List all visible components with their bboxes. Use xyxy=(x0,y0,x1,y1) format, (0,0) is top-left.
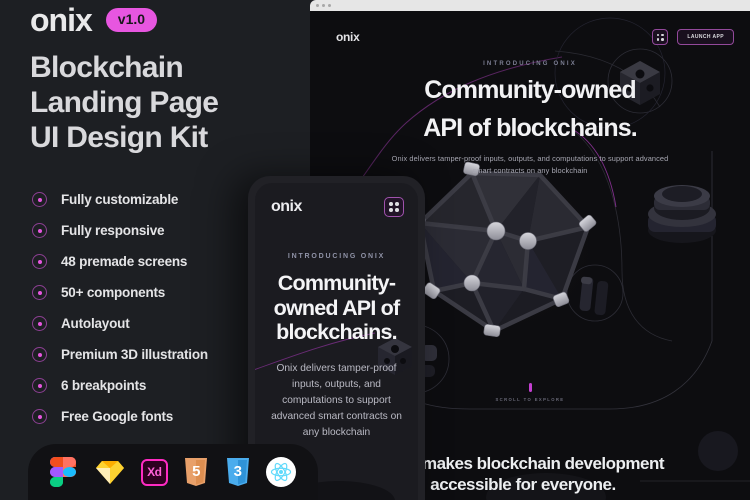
scroll-indicator-icon xyxy=(528,383,532,392)
feature-label: Premium 3D illustration xyxy=(61,347,208,362)
feature-label: 48 premade screens xyxy=(61,254,188,269)
feature-label: 50+ components xyxy=(61,285,166,300)
browser-title-bar xyxy=(310,0,750,11)
figma-icon[interactable] xyxy=(49,457,80,487)
bullet-dot-icon xyxy=(32,192,47,207)
desktop-headline-line1: Community-owned xyxy=(424,76,636,104)
list-item: 48 premade screens xyxy=(32,254,208,269)
mobile-navbar: onix xyxy=(271,197,404,217)
design-kit-promo: onix v1.0 Blockchain Landing Page UI Des… xyxy=(0,0,750,500)
list-item: Autolayout xyxy=(32,316,208,331)
desktop-nav-actions: LAUNCH APP xyxy=(652,29,734,45)
grid-menu-icon[interactable] xyxy=(652,29,669,45)
tool-logos-dock: Xd 5 3 xyxy=(28,444,318,500)
bullet-dot-icon xyxy=(32,316,47,331)
version-badge: v1.0 xyxy=(105,8,158,32)
brand-logo-text: onix xyxy=(30,2,93,38)
list-item: 50+ components xyxy=(32,285,208,300)
html5-icon[interactable]: 5 xyxy=(183,457,209,487)
css3-label: 3 xyxy=(233,462,242,480)
mobile-logo: onix xyxy=(271,198,302,215)
list-item: Fully customizable xyxy=(32,192,208,207)
bullet-dot-icon xyxy=(32,285,47,300)
adobe-xd-icon[interactable]: Xd xyxy=(140,458,168,486)
bullet-dot-icon xyxy=(32,409,47,424)
kit-title: Blockchain Landing Page UI Design Kit xyxy=(30,51,219,155)
mobile-grid-menu-icon[interactable] xyxy=(384,197,404,217)
bullet-dot-icon xyxy=(32,378,47,393)
feature-label: Autolayout xyxy=(61,316,130,331)
window-close-dot-icon[interactable] xyxy=(316,4,319,7)
desktop-eyebrow: INTRODUCING ONIX xyxy=(483,61,577,67)
window-maximize-dot-icon[interactable] xyxy=(328,4,331,7)
list-item: Fully responsive xyxy=(32,223,208,238)
feature-label: Fully customizable xyxy=(61,192,179,207)
html5-label: 5 xyxy=(192,462,201,480)
desktop-logo: onix xyxy=(336,30,360,44)
desktop-headline-line2: API of blockchains. xyxy=(423,113,637,142)
bullet-dot-icon xyxy=(32,254,47,269)
desktop-hero: INTRODUCING ONIX Community-owned API of … xyxy=(310,61,750,178)
window-minimize-dot-icon[interactable] xyxy=(322,4,325,7)
feature-list: Fully customizable Fully responsive 48 p… xyxy=(32,192,208,424)
desktop-subtext: Onix delivers tamper-proof inputs, outpu… xyxy=(391,153,669,176)
bullet-dot-icon xyxy=(32,347,47,362)
mobile-eyebrow: INTRODUCING ONIX xyxy=(287,253,386,260)
list-item: Premium 3D illustration xyxy=(32,347,208,362)
sketch-icon[interactable] xyxy=(95,459,125,485)
mobile-headline: Community-owned API of blockchains. xyxy=(273,271,401,344)
mobile-subtext: Onix delivers tamper-proof inputs, outpu… xyxy=(271,363,402,439)
brand-row: onix v1.0 xyxy=(30,2,158,38)
list-item: 6 breakpoints xyxy=(32,378,208,393)
feature-label: Fully responsive xyxy=(61,223,165,238)
list-item: Free Google fonts xyxy=(32,409,208,424)
feature-label: Free Google fonts xyxy=(61,409,174,424)
launch-app-button[interactable]: LAUNCH APP xyxy=(677,29,734,45)
feature-label: 6 breakpoints xyxy=(61,378,147,393)
react-icon[interactable] xyxy=(266,457,297,487)
desktop-navbar: onix LAUNCH APP xyxy=(336,29,734,45)
css3-icon[interactable]: 3 xyxy=(225,457,251,487)
bullet-dot-icon xyxy=(32,223,47,238)
